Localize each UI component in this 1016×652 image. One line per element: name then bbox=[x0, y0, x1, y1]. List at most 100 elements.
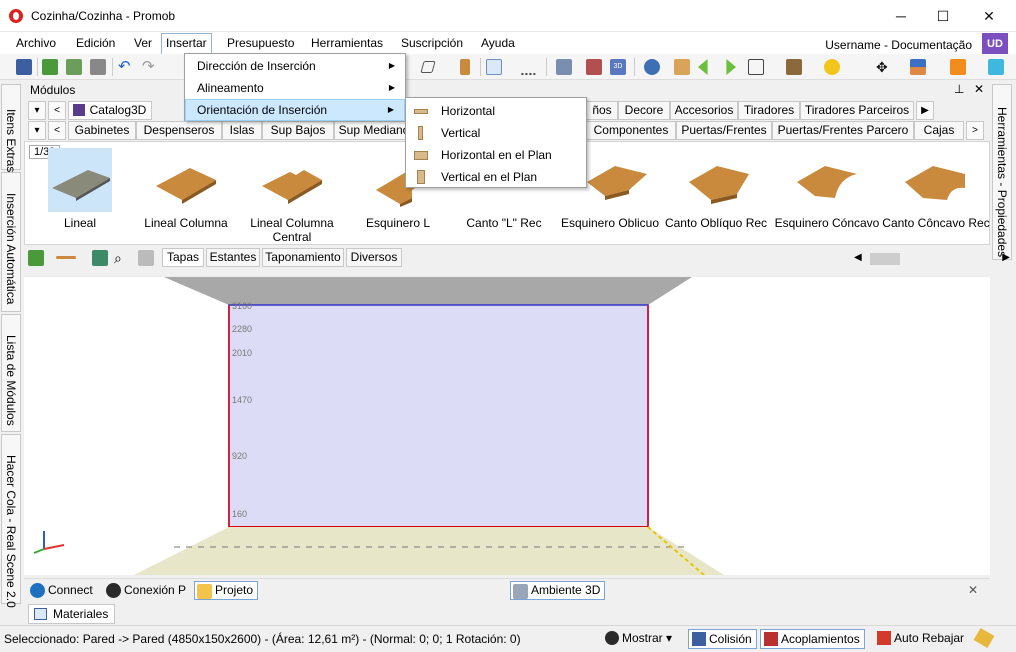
scene-canvas[interactable]: 3160 2280 2010 1470 920 160 bbox=[24, 275, 990, 575]
mostrar-button[interactable]: Mostrar ▾ bbox=[602, 629, 676, 649]
save-icon[interactable] bbox=[16, 59, 32, 75]
lock-icon[interactable] bbox=[138, 250, 154, 266]
brush-icon[interactable] bbox=[973, 627, 995, 649]
tab-conexion-p[interactable]: Conexión P bbox=[104, 581, 186, 600]
chat-icon[interactable] bbox=[988, 59, 1004, 75]
user-name[interactable]: Username - Documentação bbox=[825, 38, 972, 52]
arrow-left-icon[interactable] bbox=[698, 59, 708, 75]
menu-archivo[interactable]: Archivo bbox=[12, 35, 60, 53]
cube-icon[interactable] bbox=[786, 59, 802, 75]
sidebar-item-hacer-cola[interactable]: Hacer Cola - Real Scene 2.0 bbox=[1, 434, 21, 608]
tab-puertas-frentes-parcero[interactable]: Puertas/Frentes Parcero bbox=[772, 121, 914, 140]
menu-suscripcion[interactable]: Suscripción bbox=[397, 35, 467, 53]
catalog-item-lineal-columna[interactable]: Lineal Columna bbox=[131, 146, 241, 242]
menu-presupuesto[interactable]: Presupuesto bbox=[223, 35, 298, 53]
tab-diversos[interactable]: Diversos bbox=[346, 248, 402, 267]
tab-estantes[interactable]: Estantes bbox=[206, 248, 260, 267]
tab-scroll-down-icon[interactable]: ▾ bbox=[28, 101, 46, 120]
pointer-icon[interactable] bbox=[486, 59, 502, 75]
arrow-right-icon[interactable] bbox=[726, 59, 736, 75]
tab-accesorios[interactable]: Accesorios bbox=[670, 101, 738, 120]
acoplamientos-button[interactable]: Acoplamientos bbox=[760, 629, 865, 649]
refresh-icon[interactable] bbox=[28, 250, 44, 266]
tab-catalog3d[interactable]: Catalog3D bbox=[68, 101, 152, 120]
menu-item-horizontal[interactable]: Horizontal bbox=[406, 100, 586, 122]
auto-rebajar-button[interactable]: Auto Rebajar bbox=[874, 629, 968, 649]
3d-viewport[interactable]: 3160 2280 2010 1470 920 160 bbox=[24, 275, 990, 575]
tab-gabinetes[interactable]: Gabinetes bbox=[68, 121, 136, 140]
layers-icon[interactable] bbox=[556, 59, 572, 75]
export-icon[interactable] bbox=[42, 59, 58, 75]
sidebar-item-lista-modulos[interactable]: Lista de Módulos bbox=[1, 314, 21, 432]
menu-ver[interactable]: Ver bbox=[130, 35, 156, 53]
print-icon[interactable] bbox=[90, 59, 106, 75]
tab-sup-bajos[interactable]: Sup Bajos bbox=[262, 121, 334, 140]
scroll-right-icon[interactable]: ▶ bbox=[1002, 252, 1010, 263]
colision-button[interactable]: Colisión bbox=[688, 629, 757, 649]
frame-icon[interactable] bbox=[748, 59, 764, 75]
catalog-scrollbar[interactable]: ◀ ▶ bbox=[854, 252, 1010, 266]
tab-taponamiento[interactable]: Taponamiento bbox=[262, 248, 344, 267]
sidebar-item-insercion-automatica[interactable]: Inserción Automática bbox=[1, 172, 21, 312]
palette-icon[interactable] bbox=[910, 59, 926, 75]
tab-next-button[interactable]: ▶ bbox=[916, 101, 934, 120]
view-3d-icon[interactable]: 3D bbox=[610, 59, 626, 75]
binoculars-icon[interactable]: ⌕ bbox=[114, 250, 130, 266]
category-next-button[interactable]: > bbox=[966, 121, 984, 140]
account-icon[interactable] bbox=[950, 59, 966, 75]
tab-tiradores[interactable]: Tiradores bbox=[738, 101, 800, 120]
eye-icon[interactable] bbox=[644, 59, 660, 75]
tab-cajas[interactable]: Cajas bbox=[914, 121, 964, 140]
menu-ayuda[interactable]: Ayuda bbox=[477, 35, 519, 53]
tab-islas[interactable]: Islas bbox=[222, 121, 262, 140]
door-icon[interactable] bbox=[460, 59, 470, 75]
menu-item-orientacion-insercion[interactable]: Orientación de Inserción ▶ bbox=[185, 99, 405, 121]
menu-item-vertical[interactable]: Vertical bbox=[406, 122, 586, 144]
tab-ambiente-3d[interactable]: Ambiente 3D bbox=[510, 581, 606, 600]
tab-componentes[interactable]: Componentes bbox=[586, 121, 676, 140]
tab-puertas-frentes[interactable]: Puertas/Frentes bbox=[676, 121, 772, 140]
menu-item-alineamento[interactable]: Alineamento ▶ bbox=[185, 77, 405, 99]
catalog-item-canto-concavo-rec[interactable]: Canto Côncavo Rec bbox=[881, 146, 991, 242]
tab-tiradores-parceiros[interactable]: Tiradores Parceiros bbox=[800, 101, 914, 120]
line-tool-icon[interactable] bbox=[56, 256, 76, 259]
menu-insertar[interactable]: Insertar bbox=[161, 33, 212, 54]
bulb-icon[interactable] bbox=[824, 59, 840, 75]
scrollbar-thumb[interactable] bbox=[870, 253, 900, 265]
minimize-button[interactable]: ─ bbox=[878, 0, 924, 32]
view-close-button[interactable]: ✕ bbox=[968, 583, 978, 597]
category-prev-button[interactable]: < bbox=[48, 121, 66, 140]
selected-wall[interactable] bbox=[228, 304, 649, 528]
sidebar-item-propiedades[interactable]: Herramientas - Propiedades bbox=[992, 84, 1012, 260]
shape-icon[interactable] bbox=[420, 61, 436, 73]
tab-prev-button[interactable]: < bbox=[48, 101, 66, 120]
wall-icon[interactable] bbox=[586, 59, 602, 75]
maximize-button[interactable]: ☐ bbox=[920, 0, 966, 32]
tab-sup-mediano[interactable]: Sup Mediano bbox=[334, 121, 414, 140]
import-catalog-icon[interactable] bbox=[92, 250, 108, 266]
tab-projeto[interactable]: Projeto bbox=[194, 581, 259, 600]
tab-despenseros[interactable]: Despenseros bbox=[136, 121, 222, 140]
sidebar-item-itens-extras[interactable]: Itens Extras bbox=[1, 84, 21, 172]
box-icon[interactable] bbox=[674, 59, 690, 75]
catalog-item-lineal-columna-central[interactable]: Lineal Columna Central bbox=[237, 146, 347, 244]
catalog-item-canto-obliquo-rec[interactable]: Canto Oblíquo Rec bbox=[661, 146, 771, 242]
tab-decore[interactable]: Decore bbox=[618, 101, 670, 120]
tab-banos[interactable]: ños bbox=[586, 101, 618, 120]
menu-item-vertical-plan[interactable]: Vertical en el Plan bbox=[406, 166, 586, 188]
move-icon[interactable]: ✥ bbox=[876, 59, 892, 75]
menu-item-direccion-insercion[interactable]: Dirección de Inserción ▶ bbox=[185, 55, 405, 77]
scroll-left-icon[interactable]: ◀ bbox=[854, 252, 862, 263]
import-icon[interactable] bbox=[66, 59, 82, 75]
category-scroll-down-icon[interactable]: ▾ bbox=[28, 121, 46, 140]
redo-icon[interactable]: ↷ bbox=[142, 59, 158, 75]
tab-connect[interactable]: Connect bbox=[28, 581, 93, 600]
user-avatar[interactable]: UD bbox=[982, 33, 1008, 55]
pin-icon[interactable]: ⊥ bbox=[954, 82, 964, 96]
close-button[interactable]: ✕ bbox=[966, 0, 1012, 32]
tab-materiales[interactable]: Materiales bbox=[28, 604, 116, 624]
catalog-item-esquinero-concavo[interactable]: Esquinero Cóncavo bbox=[767, 146, 887, 242]
panel-close-button[interactable]: ✕ bbox=[974, 82, 984, 96]
menu-edicion[interactable]: Edición bbox=[72, 35, 119, 53]
undo-icon[interactable]: ↶ bbox=[118, 59, 134, 75]
